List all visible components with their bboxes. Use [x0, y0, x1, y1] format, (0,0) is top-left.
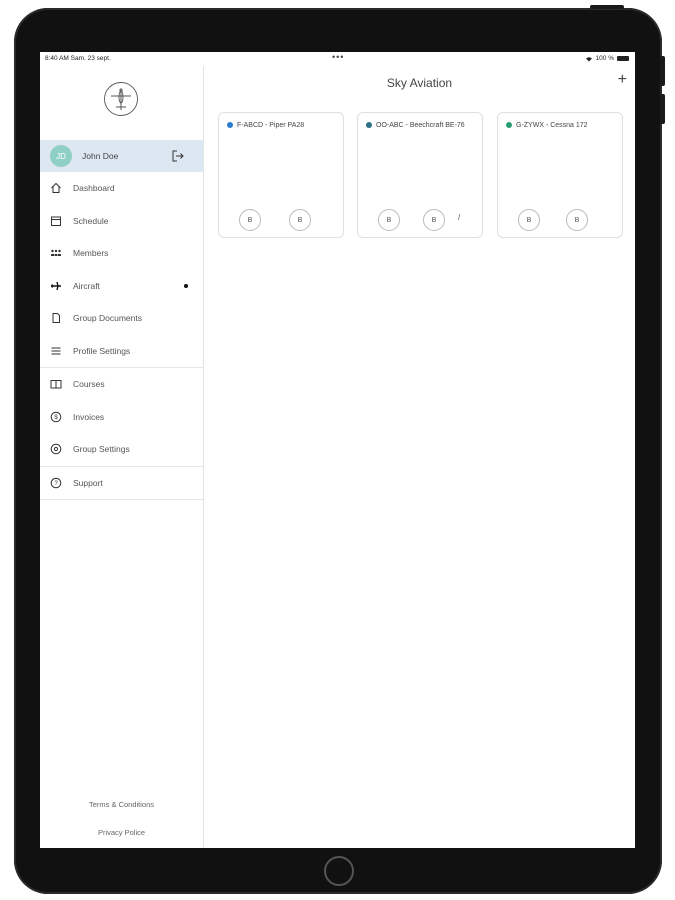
page-title: Sky Aviation — [386, 76, 453, 90]
aircraft-logo-icon — [104, 82, 138, 116]
booking-button[interactable]: B — [239, 209, 261, 231]
screen: 8:40 AM Sam. 23 sept. ••• 100 % JD John … — [40, 52, 635, 848]
sidebar: JD John Doe Dashboard Schedule Members A… — [40, 66, 204, 848]
sidebar-item-label: Group Documents — [73, 313, 142, 324]
card-extra-mark: / — [458, 213, 461, 222]
add-aircraft-button[interactable]: + — [618, 72, 627, 88]
svg-text:$: $ — [54, 415, 58, 421]
battery-percent: 100 % — [595, 55, 614, 62]
home-button[interactable] — [324, 856, 354, 886]
sidebar-nav: Dashboard Schedule Members Aircraft Grou… — [40, 172, 203, 500]
main-content: Sky Aviation + F-ABCD - Piper PA28 B B O… — [204, 66, 635, 848]
sidebar-item-support[interactable]: ? Support — [40, 465, 203, 500]
sidebar-item-label: Courses — [73, 379, 105, 390]
aircraft-card-title: F-ABCD - Piper PA28 — [227, 121, 335, 131]
top-button — [590, 5, 624, 9]
airplane-icon — [49, 279, 63, 293]
sidebar-item-group-documents[interactable]: Group Documents — [40, 302, 203, 335]
question-icon: ? — [49, 476, 63, 490]
aircraft-card[interactable]: F-ABCD - Piper PA28 B B — [218, 112, 344, 238]
sidebar-item-schedule[interactable]: Schedule — [40, 205, 203, 238]
document-icon — [49, 311, 63, 325]
aircraft-name: G-ZYWX - Cessna 172 — [516, 122, 588, 129]
wifi-icon — [585, 56, 592, 61]
logbook-button[interactable]: B — [423, 209, 445, 231]
sidebar-item-invoices[interactable]: $ Invoices — [40, 401, 203, 434]
sidebar-item-group-settings[interactable]: Group Settings — [40, 433, 203, 466]
sidebar-item-label: Aircraft — [73, 280, 100, 291]
aircraft-color-dot — [506, 121, 512, 128]
volume-down-button — [660, 94, 665, 124]
sidebar-item-label: Dashboard — [73, 183, 115, 194]
status-bar: 8:40 AM Sam. 23 sept. ••• 100 % — [40, 52, 635, 66]
calendar-icon — [49, 214, 63, 228]
sidebar-item-label: Profile Settings — [73, 345, 131, 356]
sidebar-item-label: Members — [73, 248, 109, 259]
active-indicator-dot — [184, 283, 188, 288]
aircraft-card-title: G-ZYWX - Cessna 172 — [506, 121, 614, 131]
aircraft-name: OO-ABC - Beechcraft BE-76 — [376, 122, 465, 129]
aircraft-color-dot — [366, 121, 372, 128]
aircraft-color-dot — [227, 121, 233, 128]
aircraft-card[interactable]: G-ZYWX - Cessna 172 B B — [497, 112, 623, 238]
sidebar-item-aircraft[interactable]: Aircraft — [40, 270, 203, 303]
multitask-dots[interactable]: ••• — [332, 52, 344, 62]
people-icon — [49, 246, 63, 260]
logout-icon[interactable] — [171, 149, 185, 163]
dollar-icon: $ — [49, 410, 63, 424]
avatar: JD — [50, 145, 72, 167]
menu-lines-icon — [49, 344, 63, 358]
sidebar-item-members[interactable]: Members — [40, 237, 203, 270]
aircraft-card-title: OO-ABC - Beechcraft BE-76 — [366, 121, 474, 131]
sidebar-item-label: Invoices — [73, 411, 105, 422]
svg-text:?: ? — [54, 481, 58, 487]
booking-button[interactable]: B — [518, 209, 540, 231]
status-time: 8:40 AM Sam. 23 sept. — [45, 55, 111, 62]
user-name: John Doe — [82, 151, 119, 161]
status-right: 100 % — [585, 55, 629, 62]
home-icon — [49, 181, 63, 195]
user-profile-row[interactable]: JD John Doe — [40, 140, 203, 172]
book-icon — [49, 377, 63, 391]
aircraft-card[interactable]: OO-ABC - Beechcraft BE-76 B B / — [357, 112, 483, 238]
sidebar-item-label: Support — [73, 477, 103, 488]
sidebar-item-label: Group Settings — [73, 444, 130, 455]
battery-icon — [617, 56, 629, 61]
booking-button[interactable]: B — [378, 209, 400, 231]
sidebar-item-label: Schedule — [73, 215, 109, 226]
logbook-button[interactable]: B — [566, 209, 588, 231]
privacy-link[interactable]: Privacy Police — [40, 828, 203, 837]
volume-up-button — [660, 56, 665, 86]
sidebar-item-profile-settings[interactable]: Profile Settings — [40, 335, 203, 368]
terms-link[interactable]: Terms & Conditions — [40, 800, 203, 809]
sidebar-item-dashboard[interactable]: Dashboard — [40, 172, 203, 205]
sidebar-item-courses[interactable]: Courses — [40, 367, 203, 401]
logbook-button[interactable]: B — [289, 209, 311, 231]
gear-icon — [49, 442, 63, 456]
aircraft-name: F-ABCD - Piper PA28 — [237, 122, 305, 129]
